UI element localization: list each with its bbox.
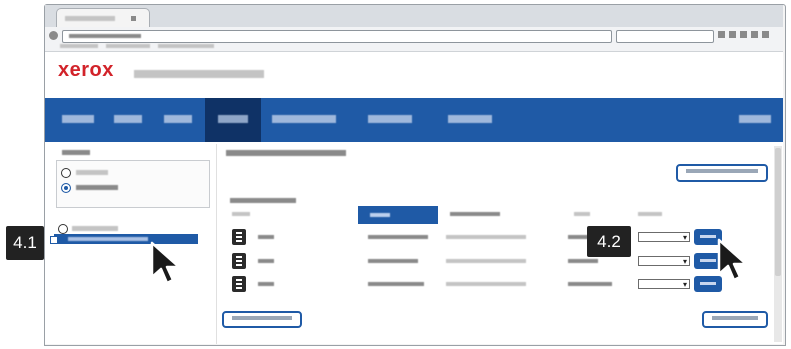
row-status bbox=[568, 235, 588, 239]
row-value bbox=[368, 282, 424, 286]
row-select[interactable]: ▾ bbox=[638, 279, 690, 289]
row-detail bbox=[446, 259, 526, 263]
home-icon[interactable] bbox=[729, 31, 736, 38]
left-panel-heading bbox=[62, 150, 90, 155]
left-options-box bbox=[56, 160, 210, 208]
address-text-placeholder bbox=[69, 34, 141, 38]
bookmark-item[interactable] bbox=[158, 44, 214, 48]
table-title bbox=[230, 198, 296, 203]
bottom-left-button[interactable] bbox=[222, 311, 302, 328]
row-select[interactable]: ▾ bbox=[638, 256, 690, 266]
download-icon[interactable] bbox=[740, 31, 747, 38]
row-name bbox=[258, 235, 274, 239]
back-icon[interactable] bbox=[49, 31, 58, 40]
radio-button-icon[interactable] bbox=[61, 168, 71, 178]
document-icon bbox=[232, 229, 246, 245]
address-bar[interactable] bbox=[62, 30, 612, 43]
radio-label bbox=[72, 226, 118, 231]
chevron-down-icon: ▾ bbox=[682, 280, 687, 289]
table-row[interactable]: ▾ bbox=[228, 275, 768, 293]
nav-item[interactable] bbox=[272, 115, 336, 123]
divider bbox=[216, 144, 217, 344]
column-header bbox=[638, 212, 662, 216]
row-name bbox=[258, 259, 274, 263]
chevron-down-icon: ▾ bbox=[682, 233, 687, 242]
tab-close-icon[interactable] bbox=[131, 16, 136, 21]
browser-tab-strip bbox=[45, 5, 783, 27]
document-icon bbox=[232, 253, 246, 269]
nav-item[interactable] bbox=[114, 115, 142, 123]
row-detail bbox=[446, 235, 526, 239]
star-icon[interactable] bbox=[718, 31, 725, 38]
tab-title-placeholder bbox=[65, 16, 115, 21]
browser-toolbar-icons bbox=[718, 31, 780, 40]
column-header bbox=[232, 212, 250, 216]
column-header bbox=[574, 212, 590, 216]
bottom-right-button[interactable] bbox=[702, 311, 768, 328]
bookmark-item[interactable] bbox=[60, 44, 98, 48]
section-title bbox=[226, 150, 346, 156]
column-header-label bbox=[370, 213, 390, 217]
row-value bbox=[368, 235, 428, 239]
radio-label bbox=[76, 170, 108, 175]
step-callout-4-2: 4.2 bbox=[587, 226, 631, 257]
nav-item[interactable] bbox=[62, 115, 94, 123]
chevron-down-icon: ▾ bbox=[682, 257, 687, 266]
nav-item[interactable] bbox=[164, 115, 192, 123]
table-row[interactable]: ▾ bbox=[228, 228, 768, 246]
table-header bbox=[226, 206, 766, 224]
top-navigation bbox=[45, 98, 783, 142]
pointer-cursor-icon bbox=[150, 241, 181, 285]
column-header-sorted[interactable] bbox=[358, 206, 438, 224]
row-status bbox=[568, 282, 612, 286]
column-header bbox=[450, 212, 500, 216]
checkbox-icon[interactable] bbox=[50, 236, 58, 244]
step-callout-4-1: 4.1 bbox=[6, 226, 44, 260]
menu-icon[interactable] bbox=[762, 31, 769, 38]
pointer-cursor-icon bbox=[717, 238, 748, 282]
document-icon bbox=[232, 276, 246, 292]
bookmark-item[interactable] bbox=[106, 44, 150, 48]
table-row[interactable]: ▾ bbox=[228, 252, 768, 270]
row-name bbox=[258, 282, 274, 286]
nav-item[interactable] bbox=[368, 115, 412, 123]
radio-label bbox=[76, 185, 118, 190]
settings-icon[interactable] bbox=[751, 31, 758, 38]
xerox-logo: xerox bbox=[58, 59, 114, 81]
nav-item[interactable] bbox=[448, 115, 492, 123]
bookmarks-bar bbox=[60, 44, 220, 49]
browser-search-box[interactable] bbox=[616, 30, 714, 43]
selected-list-item-label bbox=[68, 237, 148, 241]
device-name-placeholder bbox=[134, 70, 264, 78]
radio-button-icon[interactable] bbox=[58, 224, 68, 234]
scrollbar[interactable] bbox=[774, 146, 782, 342]
nav-item-right[interactable] bbox=[739, 115, 771, 123]
row-select[interactable]: ▾ bbox=[638, 232, 690, 242]
row-detail bbox=[446, 282, 526, 286]
browser-tab[interactable] bbox=[56, 8, 150, 28]
row-value bbox=[368, 259, 418, 263]
row-status bbox=[568, 259, 598, 263]
radio-button-icon[interactable] bbox=[61, 183, 71, 193]
top-action-button[interactable] bbox=[676, 164, 768, 182]
scrollbar-thumb[interactable] bbox=[775, 148, 781, 276]
nav-item-selected-label bbox=[218, 115, 248, 123]
